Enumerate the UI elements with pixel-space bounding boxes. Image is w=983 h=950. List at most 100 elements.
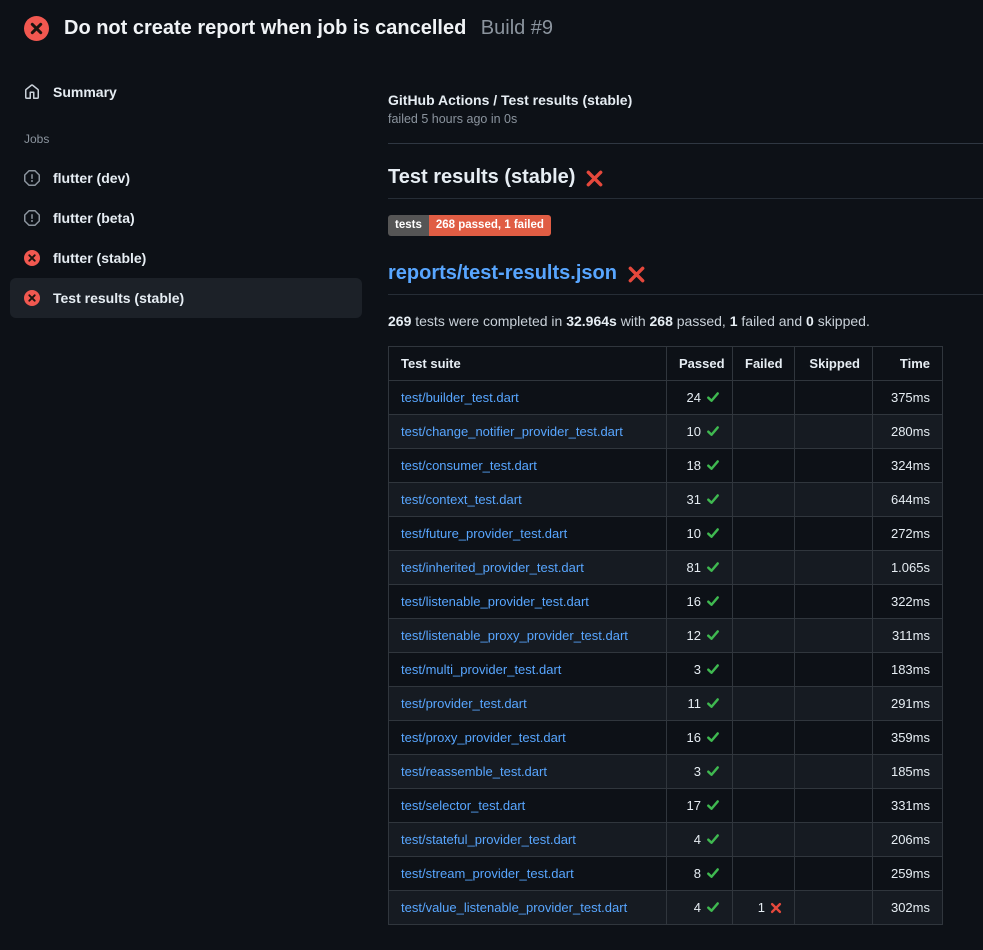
cross-icon: [770, 902, 782, 914]
time-value: 311ms: [873, 619, 943, 653]
passed-count: 16: [687, 730, 701, 745]
badge-value: 268 passed, 1 failed: [429, 215, 551, 236]
table-row: test/stateful_provider_test.dart 4 206ms: [389, 823, 943, 857]
failed-cross-icon: [585, 169, 604, 188]
time-value: 324ms: [873, 449, 943, 483]
check-icon: [706, 696, 720, 710]
table-row: test/selector_test.dart 17 331ms: [389, 789, 943, 823]
passed-count: 17: [687, 798, 701, 813]
time-value: 272ms: [873, 517, 943, 551]
cancelled-icon: [24, 170, 40, 186]
sidebar-item-flutter-stable[interactable]: flutter (stable): [10, 238, 362, 278]
passed-count: 3: [694, 764, 701, 779]
time-value: 259ms: [873, 857, 943, 891]
summary-sentence: 269 tests were completed in 32.964s with…: [388, 313, 983, 329]
passed-count: 4: [694, 900, 701, 915]
jobs-list: flutter (dev) flutter (beta) flutter (st…: [10, 158, 362, 318]
table-row: test/stream_provider_test.dart 8 259ms: [389, 857, 943, 891]
sidebar-item-flutter-dev[interactable]: flutter (dev): [10, 158, 362, 198]
test-suite-link[interactable]: test/inherited_provider_test.dart: [401, 560, 584, 575]
table-row: test/change_notifier_provider_test.dart …: [389, 415, 943, 449]
column-header-test-suite: Test suite: [389, 347, 667, 381]
test-suite-link[interactable]: test/change_notifier_provider_test.dart: [401, 424, 623, 439]
check-icon: [706, 764, 720, 778]
column-header-time: Time: [873, 347, 943, 381]
sidebar-item-label: flutter (dev): [53, 170, 130, 186]
sidebar-item-test-results-stable[interactable]: Test results (stable): [10, 278, 362, 318]
check-icon: [706, 560, 720, 574]
time-value: 183ms: [873, 653, 943, 687]
table-row: test/multi_provider_test.dart 3 183ms: [389, 653, 943, 687]
main-content: GitHub Actions / Test results (stable) f…: [374, 48, 983, 925]
test-suite-link[interactable]: test/stateful_provider_test.dart: [401, 832, 576, 847]
table-row: test/proxy_provider_test.dart 16 359ms: [389, 721, 943, 755]
test-suite-link[interactable]: test/context_test.dart: [401, 492, 522, 507]
check-icon: [706, 798, 720, 812]
section-heading: Test results (stable): [388, 166, 983, 199]
run-status-text: failed 5 hours ago in 0s: [388, 112, 983, 126]
time-value: 644ms: [873, 483, 943, 517]
report-heading: reports/test-results.json: [388, 262, 983, 295]
test-suite-link[interactable]: test/multi_provider_test.dart: [401, 662, 561, 677]
section-heading-text: Test results (stable): [388, 166, 575, 189]
table-row: test/provider_test.dart 11 291ms: [389, 687, 943, 721]
check-icon: [706, 526, 720, 540]
divider: [388, 143, 983, 144]
sidebar: Summary Jobs flutter (dev) flutter (beta…: [0, 48, 374, 318]
failed-icon: [24, 250, 40, 266]
check-icon: [706, 390, 720, 404]
test-results-table: Test suite Passed Failed Skipped Time te…: [388, 346, 943, 925]
time-value: 375ms: [873, 381, 943, 415]
sidebar-item-summary[interactable]: Summary: [10, 78, 362, 106]
sidebar-item-label: flutter (beta): [53, 210, 135, 226]
badge-label: tests: [388, 215, 429, 236]
test-suite-link[interactable]: test/proxy_provider_test.dart: [401, 730, 566, 745]
test-suite-link[interactable]: test/future_provider_test.dart: [401, 526, 567, 541]
sidebar-item-label: Summary: [53, 84, 117, 100]
home-icon: [24, 84, 40, 100]
test-suite-link[interactable]: test/consumer_test.dart: [401, 458, 537, 473]
table-row: test/builder_test.dart 24 375ms: [389, 381, 943, 415]
failed-status-icon: [24, 16, 49, 41]
time-value: 302ms: [873, 891, 943, 925]
passed-count: 10: [687, 526, 701, 541]
passed-count: 11: [688, 696, 702, 711]
passed-count: 8: [694, 866, 701, 881]
table-row: test/inherited_provider_test.dart 81 1.0…: [389, 551, 943, 585]
check-icon: [706, 424, 720, 438]
sidebar-item-label: flutter (stable): [53, 250, 146, 266]
time-value: 331ms: [873, 789, 943, 823]
test-suite-link[interactable]: test/stream_provider_test.dart: [401, 866, 574, 881]
passed-count: 16: [687, 594, 701, 609]
passed-count: 18: [687, 458, 701, 473]
time-value: 359ms: [873, 721, 943, 755]
report-file-link[interactable]: reports/test-results.json: [388, 262, 617, 285]
failed-count: 1: [758, 900, 765, 915]
check-icon: [706, 866, 720, 880]
check-icon: [706, 594, 720, 608]
failed-icon: [24, 290, 40, 306]
time-value: 322ms: [873, 585, 943, 619]
time-value: 280ms: [873, 415, 943, 449]
check-icon: [706, 900, 720, 914]
test-suite-link[interactable]: test/reassemble_test.dart: [401, 764, 547, 779]
check-icon: [706, 730, 720, 744]
test-suite-link[interactable]: test/builder_test.dart: [401, 390, 519, 405]
test-suite-link[interactable]: test/listenable_proxy_provider_test.dart: [401, 628, 628, 643]
table-header-row: Test suite Passed Failed Skipped Time: [389, 347, 943, 381]
passed-count: 4: [694, 832, 701, 847]
table-row: test/consumer_test.dart 18 324ms: [389, 449, 943, 483]
tests-badge: tests 268 passed, 1 failed: [388, 215, 551, 236]
passed-count: 3: [694, 662, 701, 677]
check-icon: [706, 662, 720, 676]
test-suite-link[interactable]: test/value_listenable_provider_test.dart: [401, 900, 627, 915]
sidebar-item-flutter-beta[interactable]: flutter (beta): [10, 198, 362, 238]
test-suite-link[interactable]: test/provider_test.dart: [401, 696, 527, 711]
check-icon: [706, 492, 720, 506]
passed-count: 24: [687, 390, 701, 405]
table-row: test/future_provider_test.dart 10 272ms: [389, 517, 943, 551]
time-value: 206ms: [873, 823, 943, 857]
test-suite-link[interactable]: test/selector_test.dart: [401, 798, 525, 813]
build-number: Build #9: [481, 17, 553, 39]
test-suite-link[interactable]: test/listenable_provider_test.dart: [401, 594, 589, 609]
